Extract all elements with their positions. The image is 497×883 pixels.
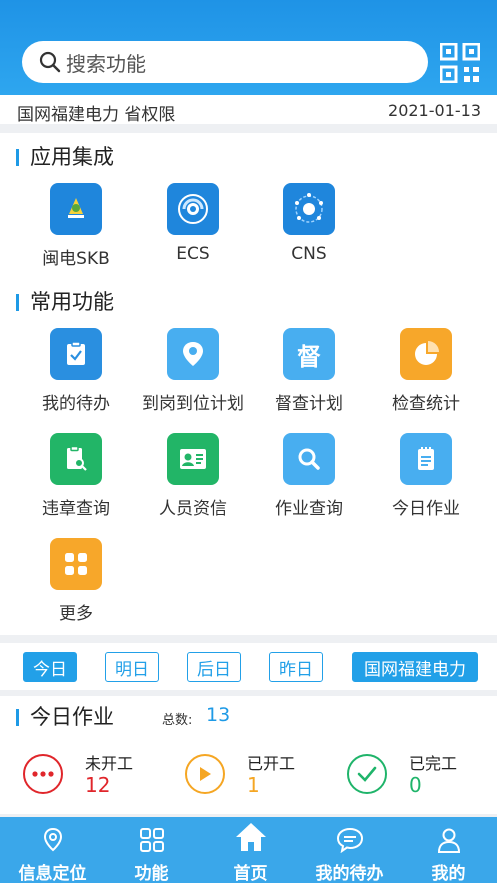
total-count: 13 [206,704,231,726]
header: 搜索功能 [0,0,497,95]
app-label: ECS [176,244,210,264]
func-label: 督查计划 [275,394,343,414]
section-title-common: 常用功能 [16,290,114,314]
func-onsite-plan[interactable]: 到岗到位计划 [138,328,248,414]
func-label: 人员资信 [159,499,227,519]
pie-chart-icon [400,328,452,380]
section-title-apps: 应用集成 [16,145,114,169]
bottom-nav: 信息定位 功能 首页 我的待办 我的 [0,817,497,883]
search-icon [39,51,61,73]
func-label: 到岗到位计划 [142,394,244,414]
swirl-icon [167,183,219,235]
grid-more-icon [50,538,102,590]
date-label: 2021-01-13 [388,101,481,120]
func-label: 违章查询 [42,499,110,519]
clipboard-check-icon [50,328,102,380]
app-label: CNS [291,244,327,264]
app-label: 闽电SKB [42,249,110,269]
id-card-icon [167,433,219,485]
supervise-icon: 督 [283,328,335,380]
info-bar: 国网福建电力 省权限 2021-01-13 [0,95,497,128]
func-label: 检查统计 [392,394,460,414]
main-panel: 应用集成 闽电SKB ECS CNS 常用功能 我的待办 到岗到位计划 督 督查… [0,133,497,635]
tab-today[interactable]: 今日 [23,652,77,682]
date-tabs: 今日 明日 后日 昨日 国网福建电力 [0,643,497,690]
nav-functions[interactable]: 功能 [102,817,201,883]
location-icon [43,827,62,852]
tab-tomorrow[interactable]: 明日 [105,652,159,682]
more-dots-icon [23,754,63,794]
nav-label: 首页 [233,864,268,883]
func-personnel-credit[interactable]: 人员资信 [138,433,248,519]
doc-search-icon [50,433,102,485]
func-more[interactable]: 更多 [21,538,131,624]
func-label: 我的待办 [42,394,110,414]
play-icon [185,754,225,794]
func-my-todo[interactable]: 我的待办 [21,328,131,414]
notepad-icon [400,433,452,485]
total-count-label: 总数: [162,713,193,728]
user-icon [437,828,460,853]
func-inspection-stats[interactable]: 检查统计 [371,328,481,414]
home-icon [235,823,266,851]
location-pin-icon [167,328,219,380]
today-work-panel: 今日作业 总数: 13 未开工 12 已开工 1 已完工 0 [0,696,497,814]
nav-home[interactable]: 首页 [201,817,300,883]
stat-label: 已开工 [247,754,296,773]
chat-icon [336,827,363,853]
app-skb[interactable]: 闽电SKB [21,183,131,269]
stat-value: 12 [85,773,111,797]
app-cns[interactable]: CNS [254,183,364,264]
network-icon [283,183,335,235]
section-title-today: 今日作业 [16,705,114,729]
org-permission-label: 国网福建电力 省权限 [17,105,176,125]
nav-info-location[interactable]: 信息定位 [3,817,102,883]
magnifier-icon [283,433,335,485]
tab-yesterday[interactable]: 昨日 [269,652,323,682]
stat-label: 未开工 [85,754,134,773]
nav-label: 我的 [431,864,466,883]
func-label: 更多 [59,604,93,624]
nav-label: 我的待办 [315,864,384,883]
tab-org[interactable]: 国网福建电力 [352,652,478,682]
app-ecs[interactable]: ECS [138,183,248,264]
check-icon [347,754,387,794]
nav-label: 信息定位 [18,864,87,883]
qr-code-icon[interactable] [440,43,480,83]
tab-day-after[interactable]: 后日 [187,652,241,682]
nav-mine[interactable]: 我的 [399,817,497,883]
search-input[interactable]: 搜索功能 [66,48,146,77]
nav-label: 功能 [134,864,169,883]
func-supervise-plan[interactable]: 督 督查计划 [254,328,364,414]
func-work-query[interactable]: 作业查询 [254,433,364,519]
nav-my-todo[interactable]: 我的待办 [300,817,399,883]
apps-icon [139,828,164,852]
func-today-work[interactable]: 今日作业 [371,433,481,519]
func-violation-query[interactable]: 违章查询 [21,433,131,519]
stat-value: 1 [247,773,260,797]
func-label: 作业查询 [275,499,343,519]
func-label: 今日作业 [392,499,460,519]
lamp-icon [50,183,102,235]
stat-label: 已完工 [409,754,458,773]
search-bar[interactable]: 搜索功能 [22,41,428,83]
stat-value: 0 [409,773,422,797]
